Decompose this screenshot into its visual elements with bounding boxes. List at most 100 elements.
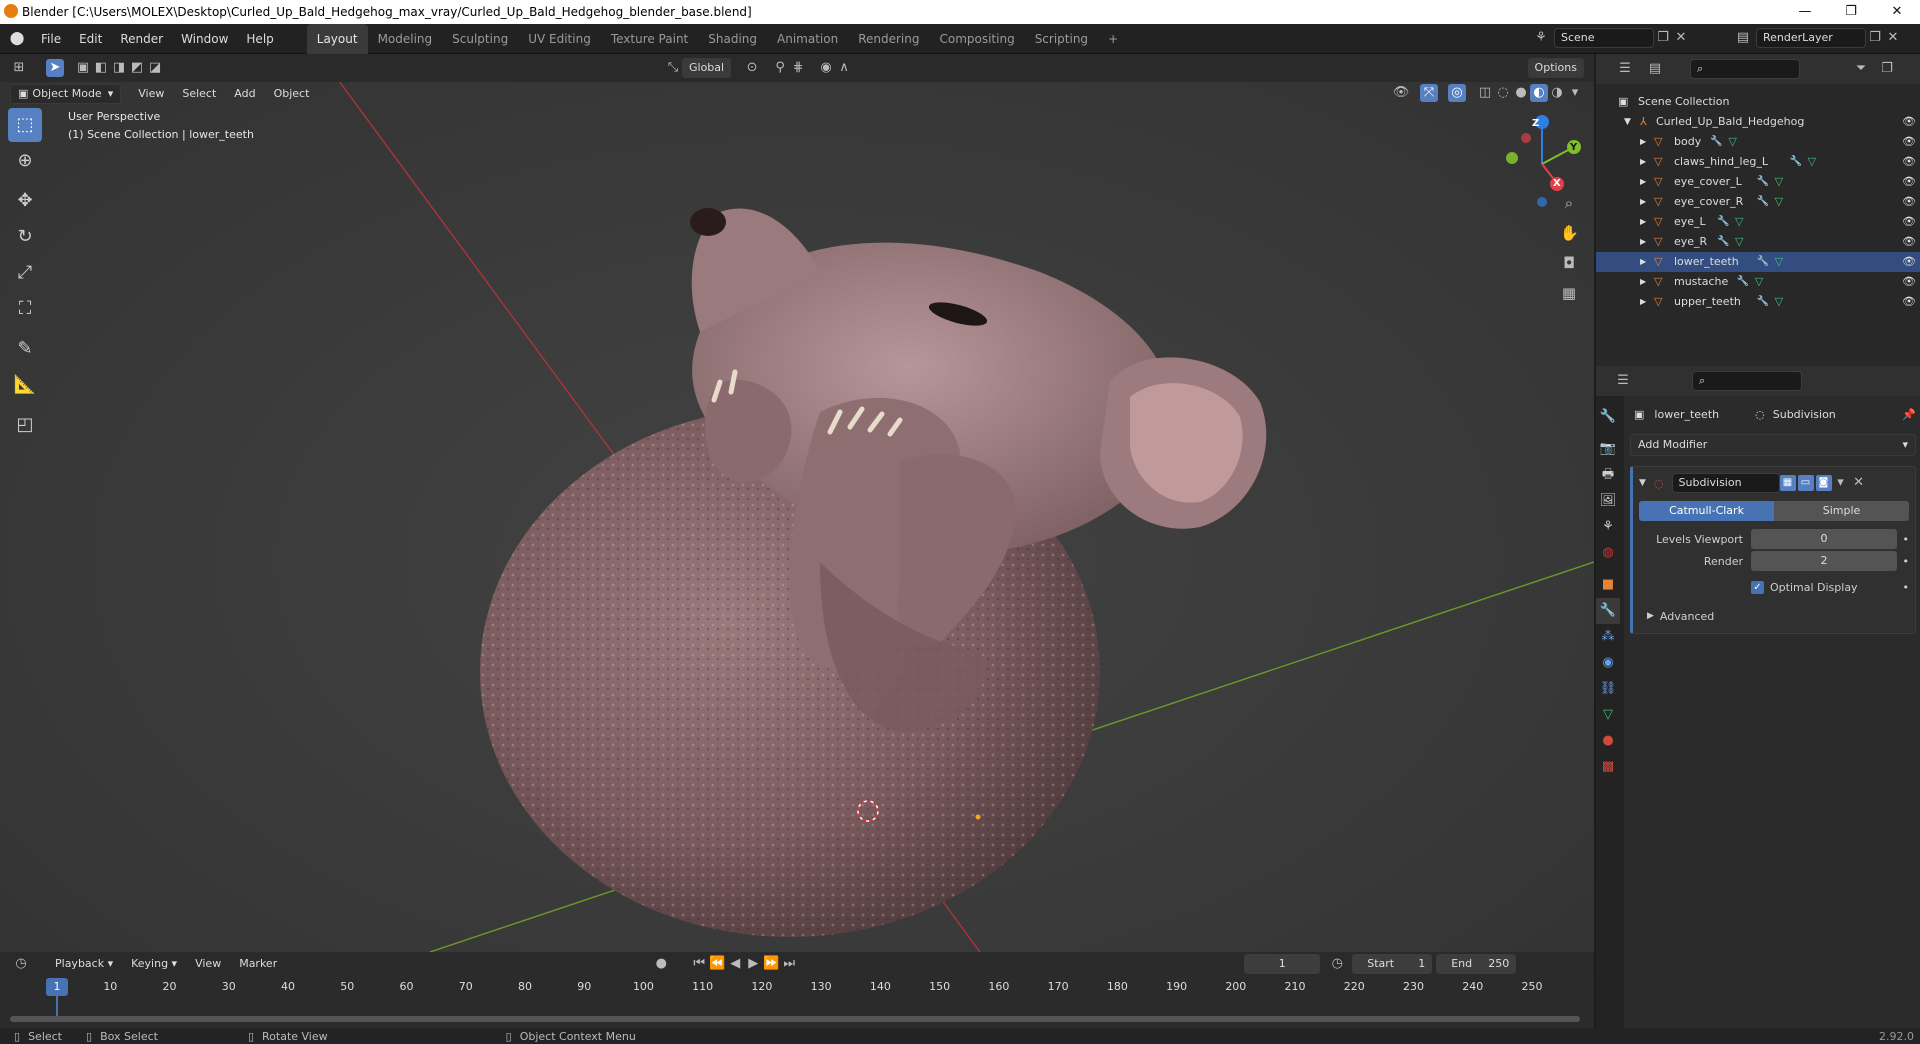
outliner-row-eye-cover-L[interactable]: ▶ ▽ eye_cover_L 🔧 ▽ 👁: [1596, 172, 1920, 192]
blender-menu-icon[interactable]: ⬤: [8, 30, 26, 48]
timeline-editor-icon[interactable]: ◷: [12, 955, 30, 973]
viewport-toggle-icon[interactable]: ▭: [1797, 475, 1814, 491]
renderlayer-selector[interactable]: ▤ RenderLayer ❐ ✕: [1734, 28, 1902, 48]
outliner-row-eye-cover-R[interactable]: ▶ ▽ eye_cover_R 🔧 ▽ 👁: [1596, 192, 1920, 212]
expand-arrow-icon[interactable]: ▶: [1640, 252, 1646, 272]
keyframe-dot-icon[interactable]: •: [1897, 533, 1910, 546]
particles-tab-icon[interactable]: ⁂: [1596, 624, 1620, 650]
tab-scripting[interactable]: Scripting: [1025, 24, 1098, 54]
modifier-name-field[interactable]: Subdivision: [1671, 473, 1780, 493]
wireframe-shading-icon[interactable]: ◌: [1494, 84, 1512, 102]
tab-animation[interactable]: Animation: [767, 24, 848, 54]
optimal-display-checkbox[interactable]: ✓: [1751, 580, 1764, 594]
maximize-button[interactable]: ❐: [1828, 0, 1874, 24]
keyframe-dot-icon[interactable]: •: [1897, 555, 1910, 568]
cursor-tool-icon[interactable]: ⊕: [8, 144, 42, 178]
record-icon[interactable]: ●: [652, 955, 670, 973]
advanced-subpanel[interactable]: ▶ Advanced: [1639, 607, 1909, 625]
edit-mode-toggle-icon[interactable]: ▦: [1779, 475, 1796, 491]
solid-shading-icon[interactable]: ●: [1512, 84, 1530, 102]
tab-modeling[interactable]: Modeling: [368, 24, 443, 54]
tool-tab-icon[interactable]: 🔧: [1596, 404, 1620, 430]
data-tab-icon[interactable]: ▽: [1596, 702, 1620, 728]
move-tool-icon[interactable]: ✥: [8, 184, 42, 218]
visibility-icon[interactable]: 👁: [1392, 84, 1410, 102]
end-frame-field[interactable]: End 250: [1436, 954, 1517, 974]
scene-tab-icon[interactable]: ⚘: [1596, 514, 1620, 540]
outliner-row-upper-teeth[interactable]: ▶ ▽ upper_teeth 🔧 ▽ 👁: [1596, 292, 1920, 312]
filter-icon[interactable]: ⏷: [1852, 60, 1870, 78]
simple-button[interactable]: Simple: [1774, 501, 1909, 521]
timeline-menu-playback[interactable]: Playback ▾: [46, 952, 122, 976]
levels-viewport-field[interactable]: 0: [1751, 529, 1897, 549]
tab-layout[interactable]: Layout: [306, 23, 368, 54]
visibility-eye-icon[interactable]: 👁: [1902, 132, 1916, 152]
render-toggle-icon[interactable]: ◙: [1815, 475, 1832, 491]
viewport-menu-select[interactable]: Select: [173, 82, 225, 106]
menu-edit[interactable]: Edit: [70, 24, 111, 54]
remove-modifier-icon[interactable]: ✕: [1850, 474, 1868, 492]
output-tab-icon[interactable]: 🖶: [1596, 462, 1620, 488]
falloff-icon[interactable]: ∧: [835, 59, 853, 77]
scene-collection-row[interactable]: ▣ Scene Collection: [1596, 92, 1920, 112]
world-tab-icon[interactable]: ◍: [1596, 540, 1620, 566]
close-button[interactable]: ✕: [1874, 0, 1920, 24]
expand-arrow-icon[interactable]: ▶: [1640, 292, 1646, 312]
editor-type-icon[interactable]: ⊞: [10, 59, 28, 77]
object-tab-icon[interactable]: ■: [1596, 572, 1620, 598]
expand-arrow-icon[interactable]: ▶: [1640, 212, 1646, 232]
timeline-menu-keying[interactable]: Keying ▾: [122, 952, 186, 976]
visibility-eye-icon[interactable]: 👁: [1902, 272, 1916, 292]
add-workspace-button[interactable]: +: [1098, 24, 1128, 54]
next-keyframe-icon[interactable]: ⏩: [762, 955, 780, 973]
render-levels-field[interactable]: 2: [1751, 551, 1897, 571]
select-tool-icon[interactable]: ➤: [46, 59, 64, 77]
modifier-tab-icon[interactable]: 🔧: [1596, 598, 1620, 624]
outliner-row-eye-L[interactable]: ▶ ▽ eye_L 🔧 ▽ 👁: [1596, 212, 1920, 232]
expand-arrow-icon[interactable]: ▶: [1640, 192, 1646, 212]
physics-tab-icon[interactable]: ◉: [1596, 650, 1620, 676]
rendered-shading-icon[interactable]: ◑: [1548, 84, 1566, 102]
tab-shading[interactable]: Shading: [698, 24, 767, 54]
catmull-clark-button[interactable]: Catmull-Clark: [1639, 501, 1774, 521]
xray-icon[interactable]: ◫: [1476, 84, 1494, 102]
properties-editor-icon[interactable]: ☰: [1614, 372, 1632, 390]
visibility-eye-icon[interactable]: 👁: [1902, 172, 1916, 192]
modifier-menu-icon[interactable]: ▾: [1832, 474, 1850, 492]
new-collection-icon[interactable]: ❐: [1878, 60, 1896, 78]
3d-viewport[interactable]: Z Y X User Perspective (1) Scene Collect…: [0, 82, 1594, 952]
options-dropdown[interactable]: Options: [1527, 58, 1584, 78]
visibility-eye-icon[interactable]: 👁: [1902, 112, 1916, 132]
expand-arrow-icon[interactable]: ▶: [1640, 172, 1646, 192]
playhead[interactable]: 1: [46, 978, 68, 996]
add-modifier-button[interactable]: Add Modifier ▾: [1630, 434, 1916, 456]
transform-orientation-dropdown[interactable]: Global: [682, 58, 732, 78]
mode-dropdown[interactable]: ▣ Object Mode ▾: [10, 84, 122, 104]
expand-arrow-icon[interactable]: ▶: [1640, 132, 1646, 152]
snap-icon[interactable]: ⚲: [771, 59, 789, 77]
tab-compositing[interactable]: Compositing: [929, 24, 1024, 54]
renderlayer-field[interactable]: RenderLayer: [1756, 28, 1866, 48]
jump-end-icon[interactable]: ⏭: [780, 955, 798, 973]
menu-help[interactable]: Help: [237, 24, 282, 54]
expand-arrow-icon[interactable]: ▶: [1640, 272, 1646, 292]
keyframe-dot-icon[interactable]: •: [1897, 581, 1910, 594]
pivot-icon[interactable]: ⊙: [743, 59, 761, 77]
remove-layer-icon[interactable]: ✕: [1884, 29, 1902, 47]
perspective-grid-icon[interactable]: ▦: [1560, 284, 1578, 302]
prev-keyframe-icon[interactable]: ⏪: [708, 955, 726, 973]
timeline-menu-marker[interactable]: Marker: [230, 952, 286, 976]
pin-icon[interactable]: 📌: [1902, 408, 1916, 421]
menu-window[interactable]: Window: [172, 24, 237, 54]
select-mode-intersect-icon[interactable]: ◪: [146, 59, 164, 77]
snap-target-icon[interactable]: ⋕: [789, 59, 807, 77]
shading-options-icon[interactable]: ▾: [1566, 84, 1584, 102]
viewport-menu-view[interactable]: View: [129, 82, 173, 106]
outliner-row-lower-teeth[interactable]: ▶ ▽ lower_teeth 🔧 ▽ 👁: [1596, 252, 1920, 272]
visibility-eye-icon[interactable]: 👁: [1902, 192, 1916, 212]
visibility-eye-icon[interactable]: 👁: [1902, 292, 1916, 312]
tab-texture-paint[interactable]: Texture Paint: [601, 24, 698, 54]
menu-file[interactable]: File: [32, 24, 70, 54]
material-shading-icon[interactable]: ◐: [1530, 84, 1548, 102]
texture-tab-icon[interactable]: ▩: [1596, 754, 1620, 780]
